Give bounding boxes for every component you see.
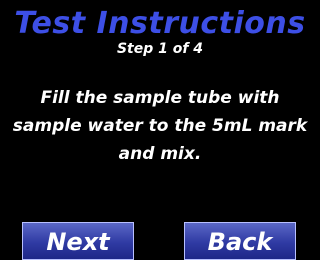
next-button[interactable]: Next <box>22 222 134 260</box>
step-indicator: Step 1 of 4 <box>116 41 204 57</box>
page-title: Test Instructions <box>14 6 306 41</box>
test-instructions-screen: Test Instructions Step 1 of 4 Fill the s… <box>0 0 320 260</box>
instruction-text: Fill the sample tube with sample water t… <box>12 88 308 164</box>
back-button[interactable]: Back <box>184 222 296 260</box>
